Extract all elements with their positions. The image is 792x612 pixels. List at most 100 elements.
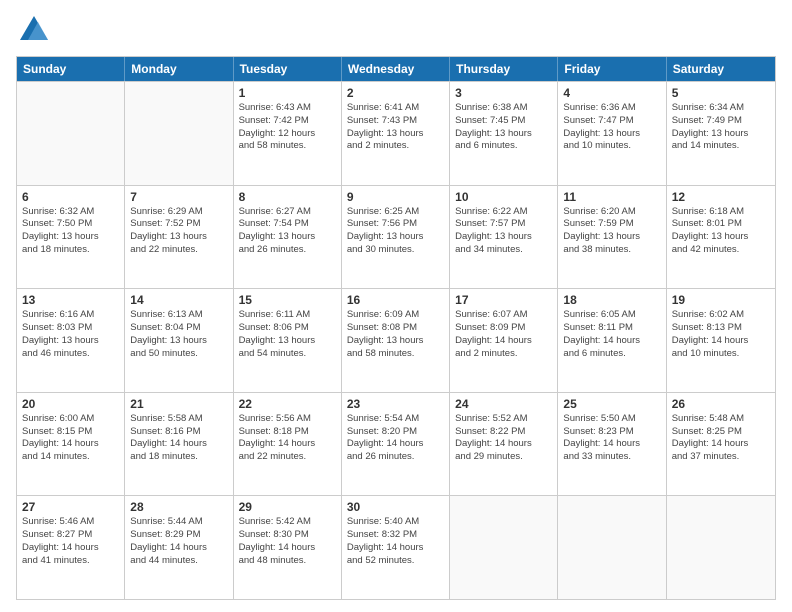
day-cell-1-2 xyxy=(125,82,233,185)
header-tuesday: Tuesday xyxy=(234,57,342,81)
day-number: 1 xyxy=(239,86,336,100)
day-number: 9 xyxy=(347,190,444,204)
week-row-3: 13 Sunrise: 6:16 AMSunset: 8:03 PMDayligh… xyxy=(17,288,775,392)
day-cell-5-3: 29 Sunrise: 5:42 AMSunset: 8:30 PMDayligh… xyxy=(234,496,342,599)
week-row-1: 1Sunrise: 6:43 AMSunset: 7:42 PMDaylight… xyxy=(17,81,775,185)
day-info: Sunrise: 5:44 AMSunset: 8:29 PMDaylight:… xyxy=(130,516,227,567)
logo xyxy=(16,12,54,48)
day-info: Sunrise: 6:22 AMSunset: 7:57 PMDaylight:… xyxy=(455,206,552,257)
day-info: Sunrise: 6:36 AMSunset: 7:47 PMDaylight:… xyxy=(563,102,660,153)
day-number: 2 xyxy=(347,86,444,100)
day-cell-5-2: 28 Sunrise: 5:44 AMSunset: 8:29 PMDayligh… xyxy=(125,496,233,599)
week-row-4: 20 Sunrise: 6:00 AMSunset: 8:15 PMDayligh… xyxy=(17,392,775,496)
day-number: 18 xyxy=(563,293,660,307)
header-sunday: Sunday xyxy=(17,57,125,81)
day-number: 22 xyxy=(239,397,336,411)
day-cell-5-5 xyxy=(450,496,558,599)
day-number: 20 xyxy=(22,397,119,411)
header-saturday: Saturday xyxy=(667,57,775,81)
day-cell-4-1: 20 Sunrise: 6:00 AMSunset: 8:15 PMDayligh… xyxy=(17,393,125,496)
day-info: Sunrise: 5:42 AMSunset: 8:30 PMDaylight:… xyxy=(239,516,336,567)
header-wednesday: Wednesday xyxy=(342,57,450,81)
day-number: 26 xyxy=(672,397,770,411)
day-cell-1-4: 2Sunrise: 6:41 AMSunset: 7:43 PMDaylight… xyxy=(342,82,450,185)
day-cell-1-5: 3Sunrise: 6:38 AMSunset: 7:45 PMDaylight… xyxy=(450,82,558,185)
day-info: Sunrise: 5:48 AMSunset: 8:25 PMDaylight:… xyxy=(672,413,770,464)
day-number: 12 xyxy=(672,190,770,204)
day-cell-4-5: 24Sunrise: 5:52 AMSunset: 8:22 PMDayligh… xyxy=(450,393,558,496)
header-friday: Friday xyxy=(558,57,666,81)
day-cell-3-7: 19 Sunrise: 6:02 AMSunset: 8:13 PMDayligh… xyxy=(667,289,775,392)
logo-icon xyxy=(16,12,52,48)
day-info: Sunrise: 6:00 AMSunset: 8:15 PMDaylight:… xyxy=(22,413,119,464)
calendar-body: 1Sunrise: 6:43 AMSunset: 7:42 PMDaylight… xyxy=(17,81,775,599)
day-number: 27 xyxy=(22,500,119,514)
day-number: 4 xyxy=(563,86,660,100)
day-number: 23 xyxy=(347,397,444,411)
day-number: 13 xyxy=(22,293,119,307)
logo-wrapper xyxy=(16,12,54,48)
day-cell-3-1: 13 Sunrise: 6:16 AMSunset: 8:03 PMDayligh… xyxy=(17,289,125,392)
day-info: Sunrise: 6:11 AMSunset: 8:06 PMDaylight:… xyxy=(239,309,336,360)
day-info: Sunrise: 6:05 AMSunset: 8:11 PMDaylight:… xyxy=(563,309,660,360)
day-cell-2-2: 7Sunrise: 6:29 AMSunset: 7:52 PMDaylight… xyxy=(125,186,233,289)
day-cell-5-6 xyxy=(558,496,666,599)
day-number: 21 xyxy=(130,397,227,411)
day-cell-4-2: 21 Sunrise: 5:58 AMSunset: 8:16 PMDayligh… xyxy=(125,393,233,496)
day-number: 29 xyxy=(239,500,336,514)
day-number: 24 xyxy=(455,397,552,411)
day-info: Sunrise: 6:27 AMSunset: 7:54 PMDaylight:… xyxy=(239,206,336,257)
header-thursday: Thursday xyxy=(450,57,558,81)
day-number: 17 xyxy=(455,293,552,307)
day-cell-1-6: 4 Sunrise: 6:36 AMSunset: 7:47 PMDaylight… xyxy=(558,82,666,185)
day-cell-3-6: 18 Sunrise: 6:05 AMSunset: 8:11 PMDayligh… xyxy=(558,289,666,392)
page: Sunday Monday Tuesday Wednesday Thursday… xyxy=(0,0,792,612)
day-info: Sunrise: 5:54 AMSunset: 8:20 PMDaylight:… xyxy=(347,413,444,464)
day-info: Sunrise: 6:38 AMSunset: 7:45 PMDaylight:… xyxy=(455,102,552,153)
day-cell-3-2: 14 Sunrise: 6:13 AMSunset: 8:04 PMDayligh… xyxy=(125,289,233,392)
day-info: Sunrise: 6:02 AMSunset: 8:13 PMDaylight:… xyxy=(672,309,770,360)
calendar: Sunday Monday Tuesday Wednesday Thursday… xyxy=(16,56,776,600)
day-cell-4-3: 22 Sunrise: 5:56 AMSunset: 8:18 PMDayligh… xyxy=(234,393,342,496)
day-cell-1-1 xyxy=(17,82,125,185)
day-cell-3-3: 15 Sunrise: 6:11 AMSunset: 8:06 PMDayligh… xyxy=(234,289,342,392)
day-info: Sunrise: 5:58 AMSunset: 8:16 PMDaylight:… xyxy=(130,413,227,464)
day-number: 6 xyxy=(22,190,119,204)
header xyxy=(16,12,776,48)
day-number: 25 xyxy=(563,397,660,411)
day-cell-5-1: 27Sunrise: 5:46 AMSunset: 8:27 PMDayligh… xyxy=(17,496,125,599)
day-number: 28 xyxy=(130,500,227,514)
day-cell-4-6: 25 Sunrise: 5:50 AMSunset: 8:23 PMDayligh… xyxy=(558,393,666,496)
week-row-2: 6Sunrise: 6:32 AMSunset: 7:50 PMDaylight… xyxy=(17,185,775,289)
day-cell-5-4: 30 Sunrise: 5:40 AMSunset: 8:32 PMDayligh… xyxy=(342,496,450,599)
day-number: 19 xyxy=(672,293,770,307)
day-info: Sunrise: 6:29 AMSunset: 7:52 PMDaylight:… xyxy=(130,206,227,257)
day-number: 11 xyxy=(563,190,660,204)
day-cell-2-3: 8 Sunrise: 6:27 AMSunset: 7:54 PMDaylight… xyxy=(234,186,342,289)
calendar-header: Sunday Monday Tuesday Wednesday Thursday… xyxy=(17,57,775,81)
day-cell-3-5: 17 Sunrise: 6:07 AMSunset: 8:09 PMDayligh… xyxy=(450,289,558,392)
day-info: Sunrise: 6:07 AMSunset: 8:09 PMDaylight:… xyxy=(455,309,552,360)
day-number: 14 xyxy=(130,293,227,307)
day-number: 16 xyxy=(347,293,444,307)
day-info: Sunrise: 6:16 AMSunset: 8:03 PMDaylight:… xyxy=(22,309,119,360)
week-row-5: 27Sunrise: 5:46 AMSunset: 8:27 PMDayligh… xyxy=(17,495,775,599)
day-cell-3-4: 16 Sunrise: 6:09 AMSunset: 8:08 PMDayligh… xyxy=(342,289,450,392)
day-cell-4-7: 26 Sunrise: 5:48 AMSunset: 8:25 PMDayligh… xyxy=(667,393,775,496)
day-number: 15 xyxy=(239,293,336,307)
day-info: Sunrise: 6:09 AMSunset: 8:08 PMDaylight:… xyxy=(347,309,444,360)
day-info: Sunrise: 5:56 AMSunset: 8:18 PMDaylight:… xyxy=(239,413,336,464)
day-info: Sunrise: 5:40 AMSunset: 8:32 PMDaylight:… xyxy=(347,516,444,567)
day-cell-4-4: 23 Sunrise: 5:54 AMSunset: 8:20 PMDayligh… xyxy=(342,393,450,496)
day-cell-2-7: 12 Sunrise: 6:18 AMSunset: 8:01 PMDayligh… xyxy=(667,186,775,289)
day-number: 30 xyxy=(347,500,444,514)
day-cell-1-3: 1Sunrise: 6:43 AMSunset: 7:42 PMDaylight… xyxy=(234,82,342,185)
day-info: Sunrise: 6:18 AMSunset: 8:01 PMDaylight:… xyxy=(672,206,770,257)
day-cell-2-1: 6Sunrise: 6:32 AMSunset: 7:50 PMDaylight… xyxy=(17,186,125,289)
day-info: Sunrise: 6:13 AMSunset: 8:04 PMDaylight:… xyxy=(130,309,227,360)
day-number: 10 xyxy=(455,190,552,204)
day-info: Sunrise: 5:50 AMSunset: 8:23 PMDaylight:… xyxy=(563,413,660,464)
day-cell-2-4: 9Sunrise: 6:25 AMSunset: 7:56 PMDaylight… xyxy=(342,186,450,289)
day-info: Sunrise: 6:20 AMSunset: 7:59 PMDaylight:… xyxy=(563,206,660,257)
day-number: 8 xyxy=(239,190,336,204)
